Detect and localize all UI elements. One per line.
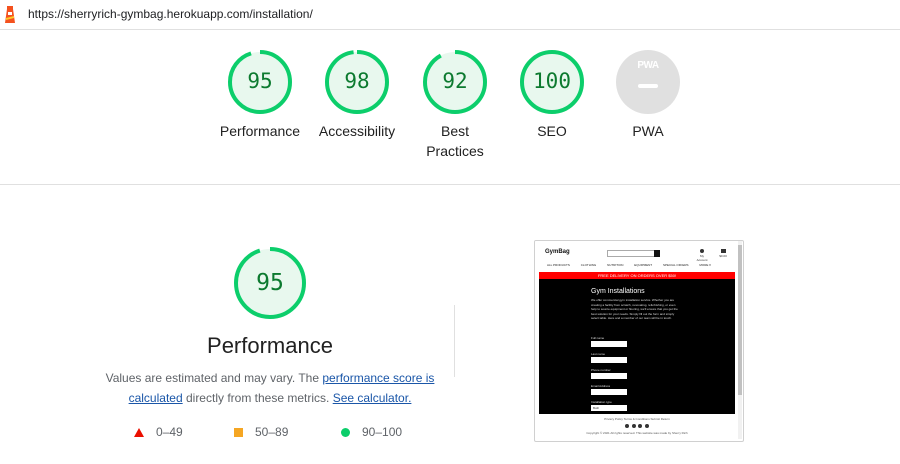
section-divider [0, 184, 900, 185]
thumb-field: Installation type Both [591, 400, 627, 411]
thumb-footer: Privacy Policy Terms & Conditions Submit… [539, 414, 735, 439]
desc-text: Values are estimated and may vary. The [105, 371, 323, 385]
gauge-pwa[interactable]: PWA PWA [598, 49, 698, 141]
legend-average: 50–89 [234, 425, 288, 439]
gauge-score: 92 [442, 69, 468, 93]
gauge-seo[interactable]: 100 SEO [502, 49, 602, 141]
thumb-social-icons [539, 424, 735, 429]
thumb-bag-total: $0.00 [719, 254, 727, 258]
gauge-label: Accessibility [318, 123, 396, 139]
thumb-account: My Account [695, 249, 709, 262]
thumb-nav-item: SPECIAL OFFERS [662, 263, 689, 267]
thumb-account-label: My Account [696, 254, 708, 262]
thumb-field: Email Address [591, 384, 627, 395]
thumb-bag: $0.00 [718, 249, 728, 258]
thumb-field-box: Both [591, 405, 627, 411]
thumb-field: Last name [591, 352, 627, 363]
gauge-label: Best Practices [426, 123, 484, 159]
thumb-footer-links: Privacy Policy Terms & Conditions Submit… [604, 417, 670, 421]
thumb-nav-item: MORE ▾ [699, 263, 711, 267]
thumb-nav: ALL PRODUCTS CLOTHING NUTRITION EQUIPMEN… [547, 263, 727, 267]
thumb-select-value: Both [593, 406, 600, 410]
gauge-label: SEO [537, 123, 567, 139]
gauge-performance[interactable]: 95 Performance [210, 49, 310, 141]
triangle-icon [134, 428, 144, 438]
gauge-score: 98 [344, 69, 370, 93]
thumb-nav-item: EQUIPMENT [634, 263, 653, 267]
twitter-icon [631, 424, 636, 428]
thumb-paragraph: We offer commercial gym installation ser… [591, 298, 678, 320]
facebook-icon [624, 424, 629, 428]
pwa-badge-icon [616, 50, 680, 114]
vertical-separator [454, 305, 455, 377]
legend-range: 90–100 [362, 425, 403, 439]
thumb-field-box [591, 341, 627, 347]
thumb-banner: FREE DELIVERY ON ORDERS OVER $50! [539, 272, 735, 279]
pwa-badge-text: PWA [637, 60, 659, 71]
legend-fail: 0–49 [134, 425, 183, 439]
thumb-nav-item: ALL PRODUCTS [547, 263, 570, 267]
gauge-score: 100 [533, 69, 571, 93]
thumb-field-box [591, 389, 627, 395]
square-icon [234, 428, 243, 438]
final-screenshot[interactable]: GymBag My Account $0.00 ALL PRODUCTS CLO… [534, 240, 744, 442]
thumb-scrollbar-handle[interactable] [738, 245, 742, 395]
performance-score: 95 [256, 270, 284, 296]
gauge-label: PWA [632, 123, 664, 139]
thumb-main: Gym Installations We offer commercial gy… [539, 279, 735, 414]
gauge-score: 95 [247, 69, 273, 93]
thumb-header: GymBag My Account $0.00 ALL PRODUCTS CLO… [535, 241, 735, 271]
thumb-brand: GymBag [545, 249, 570, 255]
performance-description: Values are estimated and may vary. The p… [104, 368, 436, 408]
performance-title: Performance [207, 333, 333, 358]
legend-range: 0–49 [156, 425, 183, 439]
gauge-best-practices[interactable]: 92 Best Practices [405, 49, 505, 161]
lighthouse-icon [5, 6, 15, 23]
thumb-copyright: Copyright © 2021 All rights reserved. Th… [586, 431, 688, 435]
thumb-search-icon [654, 250, 660, 257]
page-url[interactable]: https://sherryrich-gymbag.herokuapp.com/… [28, 7, 313, 21]
thumb-field: Phone number [591, 368, 627, 379]
user-icon [700, 249, 704, 253]
thumb-search-input [607, 250, 655, 257]
see-calculator-link[interactable]: See calculator. [333, 391, 412, 405]
legend-range: 50–89 [255, 425, 289, 439]
thumb-heading: Gym Installations [591, 288, 645, 295]
cart-icon [720, 249, 726, 253]
instagram-icon [645, 424, 650, 428]
thumb-field-box [591, 373, 627, 379]
gauge-label: Performance [219, 123, 301, 139]
thumb-field: Full name [591, 336, 627, 347]
legend-pass: 90–100 [341, 425, 402, 439]
circle-icon [341, 428, 350, 438]
url-bar: https://sherryrich-gymbag.herokuapp.com/… [0, 0, 900, 30]
desc-text: directly from these metrics. [182, 391, 333, 405]
gauge-accessibility[interactable]: 98 Accessibility [307, 49, 407, 141]
youtube-icon [638, 424, 643, 428]
thumb-nav-item: NUTRITION [607, 263, 624, 267]
thumb-nav-item: CLOTHING [580, 263, 597, 267]
thumb-field-box [591, 357, 627, 363]
